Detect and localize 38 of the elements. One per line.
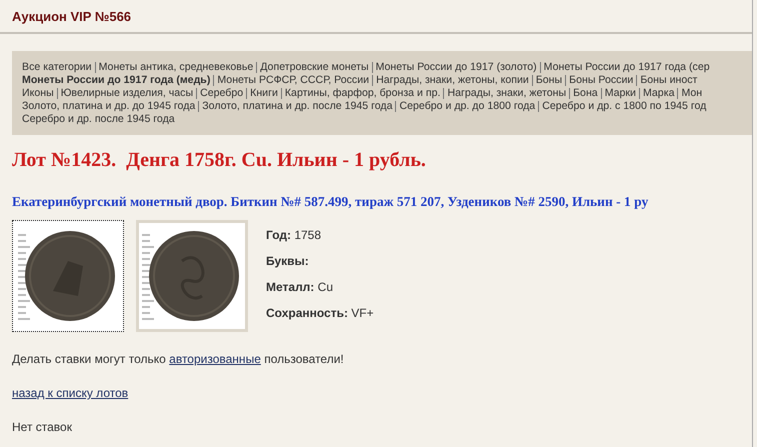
- category-link[interactable]: Серебро и др. до 1800 года: [399, 100, 536, 113]
- category-link[interactable]: Монеты России до 1917 года (медь): [22, 74, 210, 87]
- category-link[interactable]: Золото, платина и др. до 1945 года: [22, 100, 196, 113]
- back-link[interactable]: назад к списку лотов: [12, 386, 128, 400]
- spec-text: Сохранность: VF+: [266, 306, 374, 320]
- category-link[interactable]: Боны России: [569, 74, 634, 87]
- category-link[interactable]: Монеты РСФСР, СССР, России: [217, 74, 370, 87]
- spec-text: Год: 1758: [266, 228, 322, 242]
- category-link[interactable]: Картины, фарфор, бронза и пр.: [284, 87, 440, 100]
- category-link[interactable]: Марки: [604, 87, 636, 100]
- spec-text: Буквы:: [266, 254, 310, 268]
- bids-text: Нет ставок: [12, 420, 73, 434]
- category-link[interactable]: Все категории: [22, 61, 92, 74]
- category-link[interactable]: Серебро и др. после 1945 года: [22, 113, 175, 126]
- notice-text: Делать ставки могут только авторизованные пользователи!: [12, 352, 345, 366]
- category-link[interactable]: Серебро: [200, 87, 244, 100]
- category-link[interactable]: Мон: [681, 87, 702, 100]
- category-link[interactable]: Марка: [642, 87, 674, 100]
- category-link[interactable]: Серебро и др. с 1800 по 1945 год: [542, 100, 706, 113]
- category-link[interactable]: Боны: [536, 74, 562, 87]
- category-link[interactable]: Монеты антика, средневековье: [98, 61, 254, 74]
- lot-title: Лот №1423. Денга 1758г. Cu. Ильин - 1 рубль.: [12, 149, 427, 172]
- category-link[interactable]: Допетровские монеты: [260, 61, 369, 74]
- category-link[interactable]: Награды, знаки, жетоны: [447, 87, 566, 100]
- category-link[interactable]: Бона: [573, 87, 598, 100]
- page-title: Аукцион VIP №566: [12, 8, 132, 24]
- login-link[interactable]: авторизованные: [169, 352, 261, 366]
- category-link[interactable]: Книги: [250, 87, 278, 100]
- category-link[interactable]: Награды, знаки, жетоны, копии: [376, 74, 529, 87]
- category-link[interactable]: Монеты России до 1917 (золото): [376, 61, 537, 74]
- spec-text: Металл: Cu: [266, 280, 334, 294]
- category-link[interactable]: Иконы: [22, 87, 54, 100]
- category-link[interactable]: Боны иност: [640, 74, 698, 87]
- category-link[interactable]: Золото, платина и др. после 1945 года: [202, 100, 392, 113]
- category-link[interactable]: Монеты России до 1917 года (сер: [544, 61, 710, 74]
- lot-description: Екатеринбургский монетный двор. Биткин №# 587.499, тираж 571 207, Уздеников №# 2590, Ильин - 1 ру: [12, 194, 650, 210]
- coin-photo[interactable]: [12, 220, 124, 332]
- category-link[interactable]: Ювелирные изделия, часы: [60, 87, 194, 100]
